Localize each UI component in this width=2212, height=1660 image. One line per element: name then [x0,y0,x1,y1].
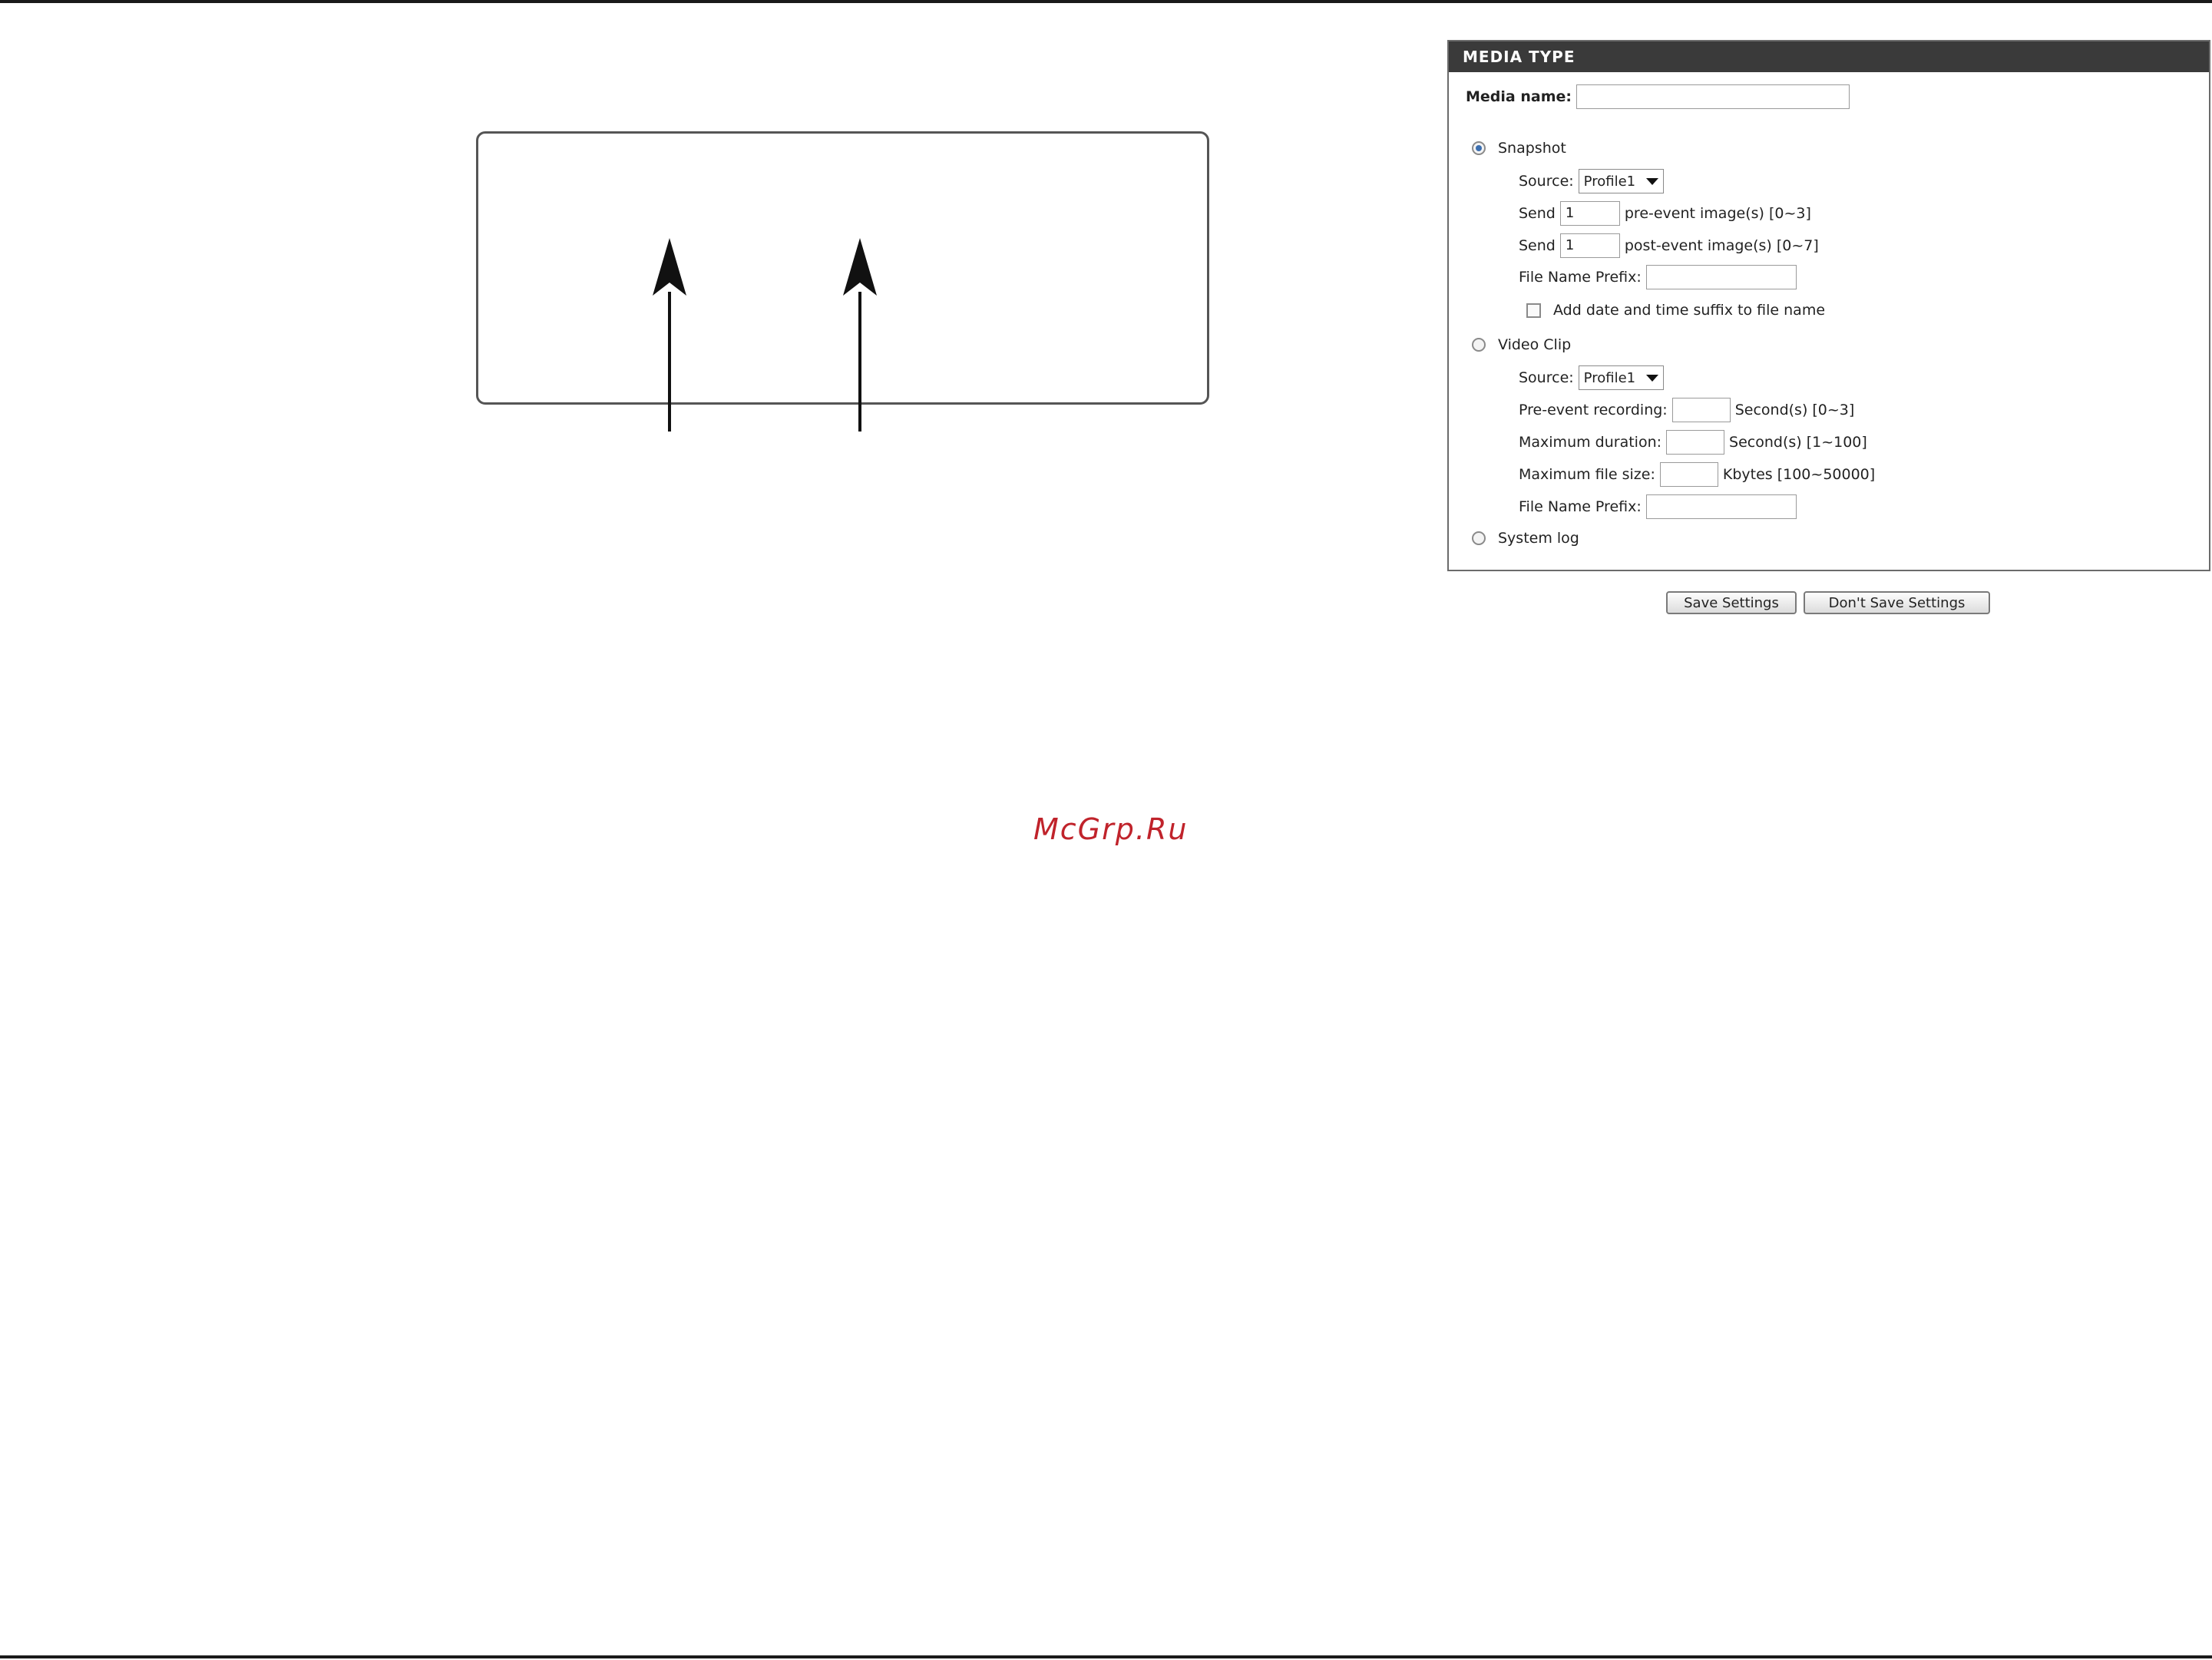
snapshot-pre-row: Send 1 pre-event image(s) [0~3] [1519,201,1811,226]
media-type-panel: MEDIA TYPE Media name: Snapshot Source: … [1447,40,2210,571]
pre-event-recording-input[interactable] [1671,398,1731,422]
bottom-rule [0,1655,2212,1658]
system-log-label: System log [1498,530,1579,547]
media-name-label: Media name: [1466,88,1572,105]
max-file-size-suffix: Kbytes [100~50000] [1722,466,1876,483]
max-file-size-row: Maximum file size: Kbytes [100~50000] [1519,462,1875,487]
callout-box [476,131,1209,432]
snapshot-label: Snapshot [1498,140,1566,157]
post-event-images-suffix: post-event image(s) [0~7] [1624,237,1819,254]
video-source-value: Profile1 [1583,369,1636,386]
max-file-size-input[interactable] [1659,462,1718,487]
max-duration-input[interactable] [1666,430,1725,455]
pre-event-recording-label: Pre-event recording: [1519,402,1668,418]
snapshot-post-row: Send 1 post-event image(s) [0~7] [1519,233,1819,258]
top-rule [0,0,2212,3]
pre-event-images-input[interactable]: 1 [1559,201,1620,226]
system-log-option[interactable]: System log [1472,530,1579,547]
system-log-radio[interactable] [1472,531,1486,545]
snapshot-option[interactable]: Snapshot [1472,140,1566,157]
snapshot-radio[interactable] [1472,141,1486,155]
video-clip-radio[interactable] [1472,338,1486,352]
video-prefix-row: File Name Prefix: [1519,494,1797,519]
video-source-label: Source: [1519,369,1574,386]
media-name-row: Media name: [1466,84,1850,109]
video-source-select[interactable]: Profile1 [1578,365,1665,390]
file-name-prefix-label: File Name Prefix: [1519,269,1642,286]
chevron-down-icon [1646,374,1659,382]
date-suffix-checkbox[interactable] [1526,303,1541,318]
panel-title: MEDIA TYPE [1449,41,2209,72]
date-suffix-option[interactable]: Add date and time suffix to file name [1526,302,1825,319]
post-event-images-input[interactable]: 1 [1559,233,1620,258]
send-label: Send [1519,205,1556,222]
snapshot-source-select[interactable]: Profile1 [1578,169,1665,193]
up-arrow-icon [653,238,686,432]
send-label: Send [1519,237,1556,254]
snapshot-source-value: Profile1 [1583,173,1636,190]
watermark: McGrp.Ru [1033,812,1189,846]
video-source-row: Source: Profile1 [1519,365,1665,390]
date-suffix-label: Add date and time suffix to file name [1553,302,1826,319]
pre-event-images-suffix: pre-event image(s) [0~3] [1624,205,1811,222]
max-duration-label: Maximum duration: [1519,434,1662,451]
pre-event-recording-suffix: Second(s) [0~3] [1734,402,1855,418]
file-name-prefix-label: File Name Prefix: [1519,498,1642,515]
max-duration-suffix: Second(s) [1~100] [1729,434,1867,451]
snapshot-prefix-row: File Name Prefix: [1519,265,1797,289]
video-file-name-prefix-input[interactable] [1645,494,1797,519]
snapshot-source-row: Source: Profile1 [1519,169,1665,193]
up-arrow-icon [843,238,877,432]
max-file-size-label: Maximum file size: [1519,466,1655,483]
video-clip-option[interactable]: Video Clip [1472,336,1571,353]
snapshot-file-name-prefix-input[interactable] [1645,265,1797,289]
pre-event-recording-row: Pre-event recording: Second(s) [0~3] [1519,398,1854,422]
save-settings-button[interactable]: Save Settings [1666,591,1797,614]
chevron-down-icon [1646,177,1659,185]
video-clip-label: Video Clip [1498,336,1572,353]
media-name-input[interactable] [1576,84,1850,109]
dont-save-settings-button[interactable]: Don't Save Settings [1804,591,1990,614]
snapshot-source-label: Source: [1519,173,1574,190]
max-duration-row: Maximum duration: Second(s) [1~100] [1519,430,1867,455]
